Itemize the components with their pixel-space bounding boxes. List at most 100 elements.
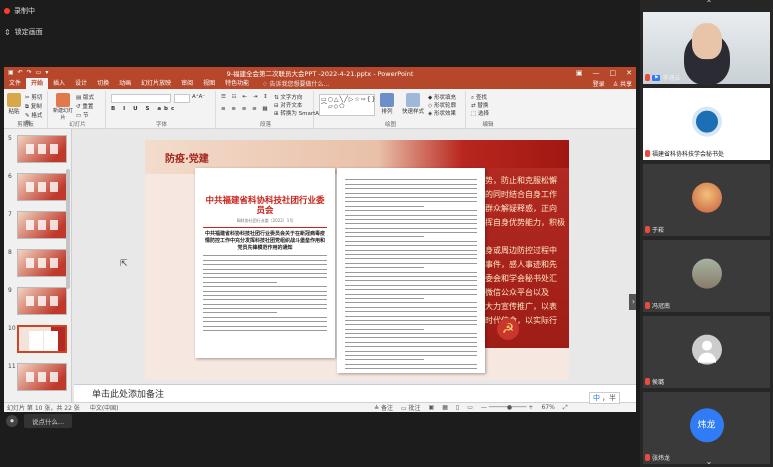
shapes-gallery[interactable]: ▭○△╲╱▷☆⇨{}⌒▱◇⬠ [319, 94, 375, 116]
thumbnail-preview [17, 287, 67, 315]
reset-button[interactable]: ↺ 重置 [76, 102, 93, 110]
quick-styles-button[interactable]: 快速样式 [402, 93, 424, 115]
ime-toolbar[interactable]: 中 ，半 [589, 392, 620, 404]
shape-effects-button[interactable]: ◈ 形状效果 [428, 109, 456, 117]
arrange-button[interactable]: 排列 [380, 93, 394, 115]
participant-tile[interactable]: 侯璐 [643, 316, 770, 388]
text-direction-button[interactable]: ⇅ 文字方向 [274, 93, 302, 101]
participant-tile[interactable]: ⚑ 李通云 [643, 12, 770, 84]
participant-panel: ⚑ 李通云福建省科协科技学会秘书处 于崧 冯冠南 侯璐 炜龙 张炜龙 ⌃ ⌄ [640, 0, 773, 467]
participant-tile[interactable]: 于崧 [643, 164, 770, 236]
chat-input[interactable]: 说点什么... [24, 414, 73, 428]
doc-body-lines-right [345, 179, 477, 370]
text-line [345, 355, 477, 357]
text-line [345, 258, 477, 260]
notes-toggle[interactable]: ≜ 备注 [374, 403, 393, 412]
ribbon-tabs: 文件 开始 插入 设计 切换 动画 幻灯片放映 审阅 视图 特色功能 ♢ 告诉我您想要做什么...… [4, 78, 636, 89]
font-name-select[interactable] [111, 94, 171, 103]
select-button[interactable]: ⬚ 选择 [471, 109, 489, 117]
mouse-cursor-icon: ⇱ [120, 259, 128, 269]
slide-thumbnail[interactable]: 5 [8, 135, 68, 163]
slide-thumbnail[interactable]: 9 [8, 287, 68, 315]
login-link[interactable]: 登录 [593, 79, 605, 88]
tell-me-box[interactable]: ♢ 告诉我您想要做什么... [262, 79, 329, 88]
participant-name-tag: ⚑ 李通云 [645, 73, 681, 82]
text-line [345, 302, 477, 304]
slide-canvas[interactable]: 防疫·党建 形势，防止和克服松懈 挥的同时结合自身工作 层群众解疑释惑，正向 发… [145, 140, 569, 380]
participant-tile[interactable]: 冯冠南 [643, 240, 770, 312]
panel-collapse-button[interactable]: › [629, 294, 636, 310]
text-line [345, 262, 477, 264]
participant-tile[interactable]: 炜龙 张炜龙 [643, 392, 770, 464]
tab-8[interactable]: 视图 [198, 78, 220, 89]
mic-icon[interactable]: ⏺ [6, 415, 18, 427]
recording-indicator[interactable]: 录制中 [4, 6, 35, 16]
grow-font-icon[interactable]: A⁺A⁻ [192, 94, 205, 100]
slide-thumbnail[interactable]: 10 [8, 325, 68, 353]
thumbnail-scrollbar[interactable] [66, 169, 70, 289]
new-slide-icon [56, 93, 70, 107]
section-button[interactable]: ▭ 节 [76, 111, 88, 119]
slide-thumbnail-pane[interactable]: 5 6 7 8 9 10 11 [4, 129, 72, 402]
sorter-view-icon[interactable]: ▦ [442, 404, 448, 411]
slides-group-label: 幻灯片 [69, 122, 86, 128]
notes-pane[interactable]: 单击此处添加备注 [74, 384, 636, 402]
text-line [345, 240, 477, 242]
list-buttons[interactable]: ☰ ☷ ⇤ ⇥ ↕ [221, 94, 270, 100]
slide-thumbnail[interactable]: 6 [8, 173, 68, 201]
text-line [203, 294, 327, 296]
paste-button[interactable]: 粘贴 [7, 93, 21, 115]
font-size-select[interactable] [174, 94, 190, 103]
reading-view-icon[interactable]: ▯ [456, 404, 459, 411]
share-button[interactable]: ♙ 共享 [613, 79, 632, 88]
slide-thumbnail[interactable]: 7 [8, 211, 68, 239]
tab-9[interactable]: 特色功能 [220, 78, 254, 89]
pin-view-button[interactable]: ⇕ 锁定画面 [4, 27, 43, 37]
slide-thumbnail[interactable]: 11 [8, 363, 68, 391]
tab-2[interactable]: 插入 [48, 78, 70, 89]
tab-0[interactable]: 文件 [4, 78, 26, 89]
thumbnail-number: 6 [8, 173, 12, 180]
shape-outline-button[interactable]: ◇ 形状轮廓 [428, 101, 456, 109]
text-line [203, 321, 327, 323]
tab-5[interactable]: 动画 [114, 78, 136, 89]
layout-button[interactable]: ▤ 版式 [76, 93, 94, 101]
scroll-up-icon[interactable]: ⌃ [702, 0, 716, 8]
fit-slide-icon[interactable]: ⤢ [563, 404, 568, 412]
zoom-slider[interactable]: — ─────●──── + [481, 404, 534, 411]
doc-subject: 中共福建省科协科技社团行业委员会关于在新冠病毒疫情防控工作中充分发挥科技社团党组… [204, 231, 325, 251]
scroll-down-icon[interactable]: ⌄ [702, 458, 716, 466]
tab-4[interactable]: 切换 [92, 78, 114, 89]
initials-avatar: 炜龙 [689, 408, 724, 443]
text-line [203, 277, 327, 279]
mic-muted-icon [645, 74, 650, 81]
replace-button[interactable]: ⇄ 替换 [471, 101, 488, 109]
doc-body-lines [203, 255, 327, 332]
normal-view-icon[interactable]: ▣ [429, 404, 435, 411]
copy-button[interactable]: ⧉ 复制 [25, 102, 42, 111]
cut-button[interactable]: ✂ 剪切 [25, 93, 42, 101]
maximize-icon[interactable]: □ [610, 69, 617, 77]
tab-1[interactable]: 开始 [26, 78, 49, 89]
thumbnail-number: 5 [8, 135, 12, 142]
thumbnail-preview [17, 325, 67, 353]
close-icon[interactable]: ✕ [626, 69, 632, 77]
ribbon-display-icon[interactable]: ▣ [576, 69, 583, 77]
shape-fill-button[interactable]: ◆ 形状填充 [428, 93, 456, 101]
align-text-button[interactable]: ⊟ 对齐文本 [274, 101, 302, 109]
thumbnail-number: 7 [8, 211, 12, 218]
comments-toggle[interactable]: ▭ 批注 [401, 403, 421, 412]
new-slide-button[interactable]: 新建幻灯片 [53, 93, 73, 121]
slideshow-view-icon[interactable]: ▭ [467, 404, 473, 411]
tell-me-label: 告诉我您想要做什么... [269, 81, 330, 88]
tab-7[interactable]: 审阅 [176, 78, 198, 89]
minimize-icon[interactable]: — [593, 69, 600, 77]
font-format-buttons[interactable]: B I U S abc [111, 106, 177, 112]
photo-avatar [691, 258, 722, 289]
text-line [345, 196, 477, 198]
tab-3[interactable]: 设计 [70, 78, 92, 89]
tab-6[interactable]: 幻灯片放映 [136, 78, 176, 89]
participant-tile[interactable]: 福建省科协科技学会秘书处 [643, 88, 770, 160]
align-buttons[interactable]: ≡ ≡ ≡ ≡ ▦ [221, 106, 270, 112]
slide-thumbnail[interactable]: 8 [8, 249, 68, 277]
